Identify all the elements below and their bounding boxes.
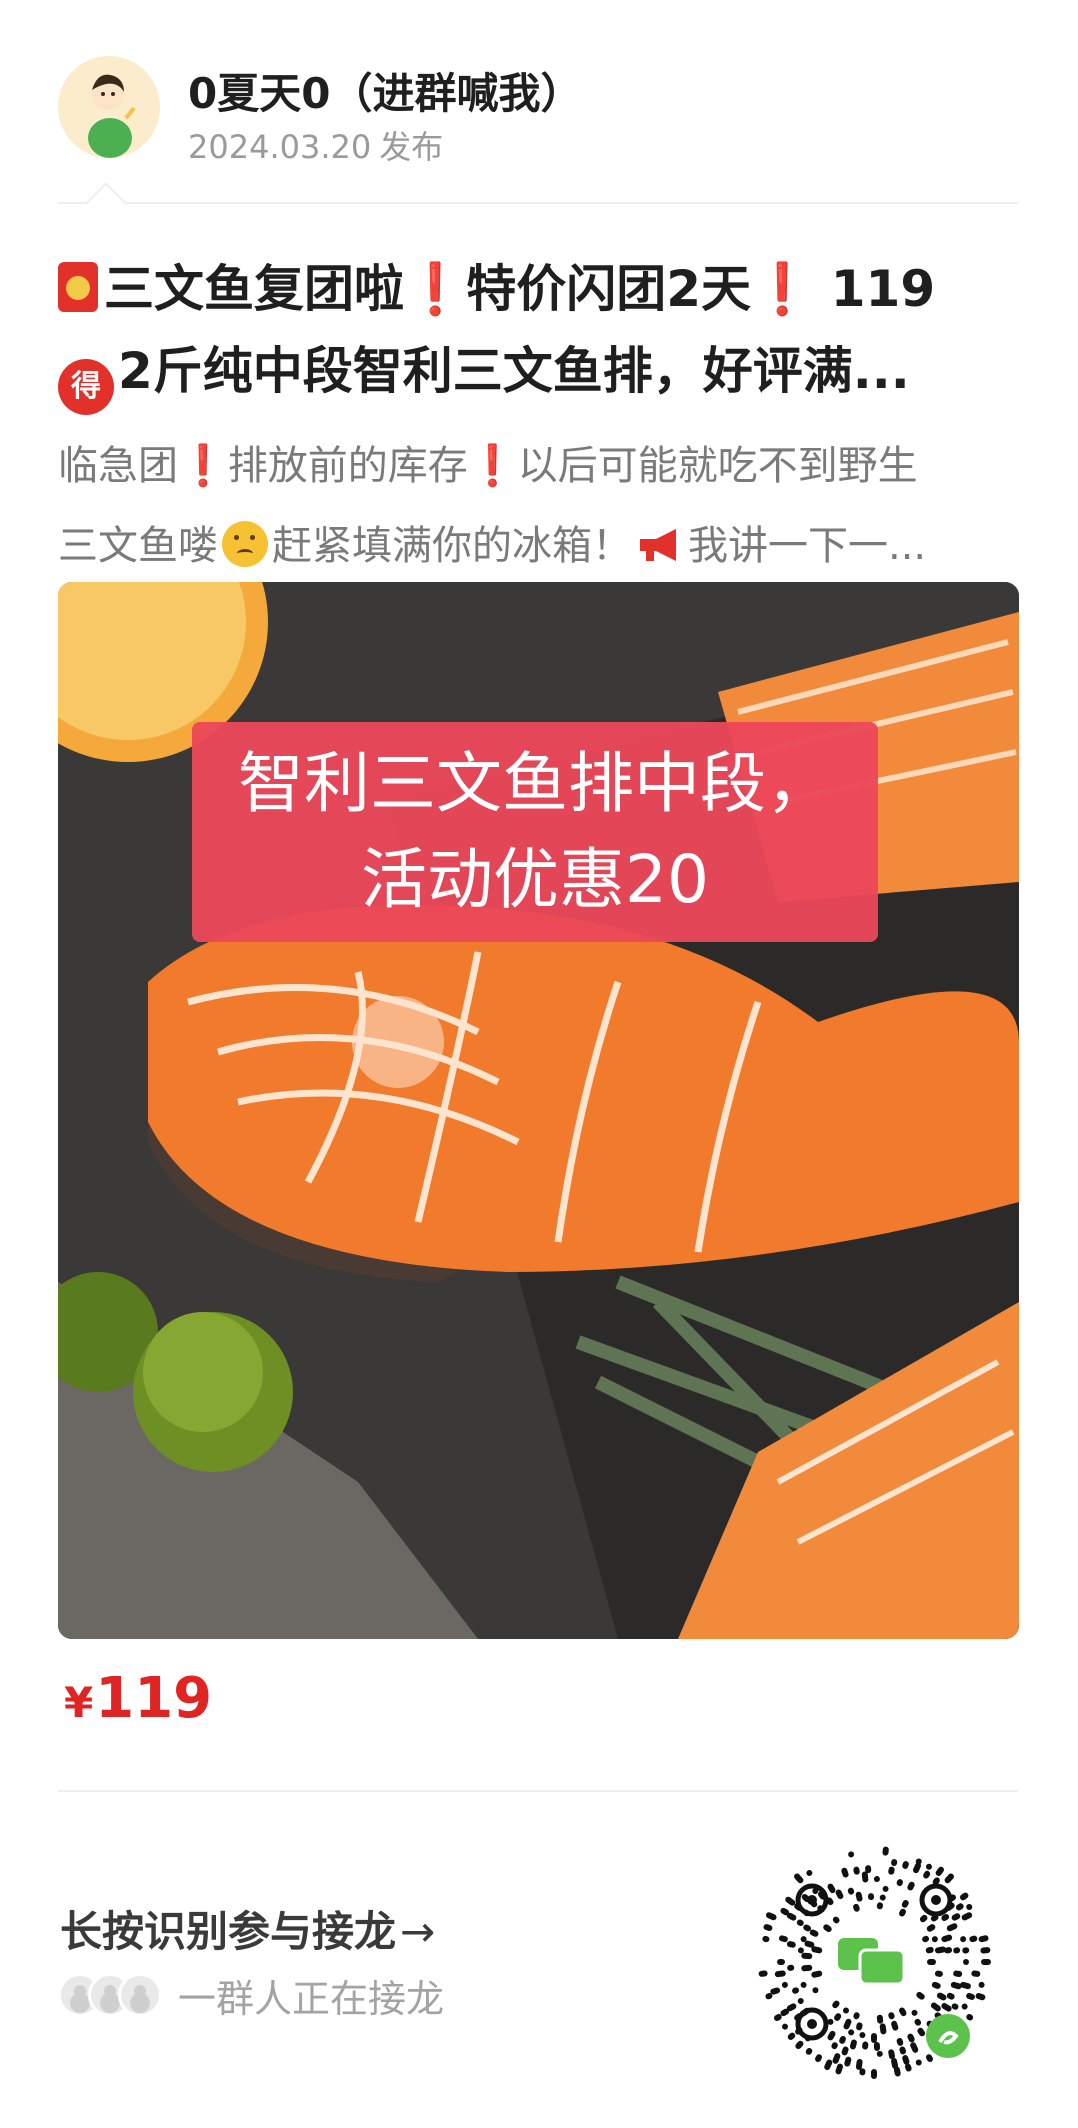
banner-line-1: 智利三文鱼排中段， (238, 745, 832, 822)
arrow-right-icon: → (400, 1907, 436, 1956)
post-date: 2024.03.20 (188, 128, 372, 166)
exclamation-icon: ❗ (404, 260, 467, 318)
exclamation-icon: ❗ (178, 443, 228, 489)
title-text-1a: 三文鱼复团啦 (104, 260, 404, 318)
header-divider (58, 202, 1018, 204)
post-meta: 2024.03.20 发布 (188, 122, 451, 168)
product-photo[interactable]: 智利三文鱼排中段， 活动优惠20 (58, 582, 1019, 1639)
join-cta[interactable]: 长按识别参与接龙→ (60, 1898, 435, 1959)
title-text-1b: 特价闪团2天 (466, 260, 752, 318)
excerpt-text-1a: 临急团 (58, 443, 178, 489)
mini-program-code[interactable] (752, 1840, 996, 2084)
excerpt-line-2: 三文鱼喽 赶紧填满你的冰箱！ 我讲一下一... (58, 506, 1048, 586)
author-avatar[interactable] (58, 56, 160, 158)
post-action: 发布 (379, 128, 444, 166)
excerpt-text-1c: 以后可能就吃不到野生 (517, 443, 918, 489)
banner-line-2: 活动优惠20 (361, 841, 709, 918)
author-name[interactable]: 0夏天0（进群喊我） (188, 60, 582, 121)
footer-divider (58, 1790, 1018, 1792)
post-header: 0夏天0（进群喊我） 2024.03.20 发布 (58, 56, 1018, 166)
title-text-2: 2斤纯中段智利三文鱼排，好评满... (118, 342, 910, 400)
post-title[interactable]: 三文鱼复团啦❗特价闪团2天❗ 119 得 2斤纯中段智利三文鱼排，好评满... (58, 248, 1018, 415)
exclamation-icon: ❗ (751, 260, 814, 318)
megaphone-icon (640, 529, 676, 561)
exclamation-icon: ❗ (467, 443, 518, 489)
price-amount: 119 (95, 1666, 213, 1731)
excerpt-text-2a: 三文鱼喽 (58, 523, 218, 569)
post-excerpt[interactable]: 临急团❗排放前的库存❗以后可能就吃不到野生 三文鱼喽 赶紧填满你的冰箱！ 我讲一下一… (58, 426, 1048, 586)
price-label: ¥119 (64, 1666, 212, 1731)
worried-face-icon (222, 521, 268, 567)
excerpt-text-2c: 我讲一下一... (688, 523, 927, 569)
excerpt-line-1: 临急团❗排放前的库存❗以后可能就吃不到野生 (58, 426, 1048, 506)
de-badge-icon: 得 (58, 359, 114, 415)
title-text-1c: 119 (813, 260, 936, 318)
excerpt-text-1b: 排放前的库存 (227, 443, 468, 489)
participants-row: 一群人正在接龙 (58, 1972, 444, 2021)
participant-avatar (118, 1973, 162, 2017)
title-line-2: 得 2斤纯中段智利三文鱼排，好评满... (58, 330, 1018, 415)
excerpt-text-2b: 赶紧填满你的冰箱！ (272, 523, 632, 569)
title-line-1: 三文鱼复团啦❗特价闪团2天❗ 119 (58, 248, 1018, 330)
currency-symbol: ¥ (64, 1678, 94, 1727)
join-cta-label: 长按识别参与接龙 (60, 1907, 397, 1956)
participants-text: 一群人正在接龙 (178, 1976, 445, 2021)
red-envelope-icon (58, 262, 98, 312)
divider-caret (86, 182, 126, 222)
qr-code-icon (754, 1842, 994, 2082)
promo-banner: 智利三文鱼排中段， 活动优惠20 (192, 722, 878, 942)
